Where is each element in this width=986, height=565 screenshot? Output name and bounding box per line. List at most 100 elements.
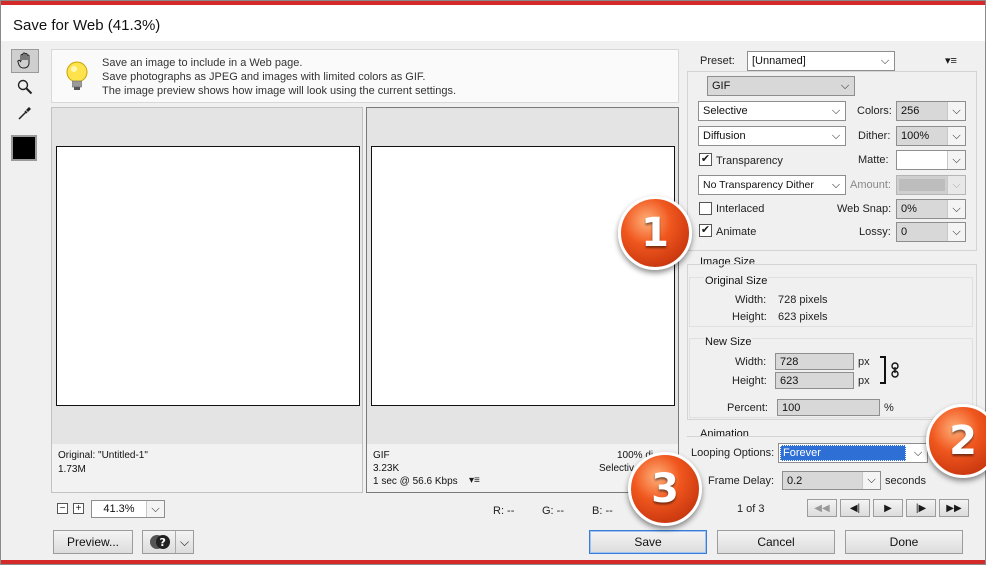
- chevron-down-icon: ⌵: [947, 151, 965, 169]
- original-filesize: 1.73M: [58, 464, 86, 475]
- original-preview-pane[interactable]: Original: "Untitled-1" 1.73M: [51, 107, 363, 493]
- matte-select[interactable]: ⌵: [896, 150, 966, 170]
- interlaced-checkbox[interactable]: [699, 202, 712, 215]
- amount-disabled-fill: [899, 179, 945, 191]
- width-input[interactable]: 728: [775, 353, 854, 370]
- height-label: Height:: [732, 375, 767, 387]
- callout-badge-1: 1: [618, 196, 692, 270]
- chevron-down-icon: ⌵: [836, 77, 854, 95]
- original-size-title: Original Size: [704, 275, 769, 287]
- dither-algorithm-select[interactable]: Diffusion ⌵: [698, 126, 846, 146]
- dither-algorithm-value: Diffusion: [703, 130, 746, 142]
- save-for-web-dialog: Save for Web (41.3%) Save an image to in…: [0, 0, 986, 565]
- done-button[interactable]: Done: [845, 530, 963, 554]
- constrain-bracket: [880, 356, 886, 384]
- transparency-dither-select[interactable]: No Transparency Dither ⌵: [698, 175, 846, 195]
- zoom-level-select[interactable]: 41.3% ⌵: [91, 500, 165, 518]
- chevron-down-icon: ⌵: [862, 472, 880, 489]
- preset-label: Preset:: [700, 55, 735, 67]
- web-snap-select[interactable]: 0% ⌵: [896, 199, 966, 219]
- web-snap-value: 0%: [901, 203, 917, 215]
- format-value: GIF: [712, 80, 731, 92]
- checkmark-icon: ✔: [700, 224, 711, 236]
- matte-label: Matte:: [858, 154, 889, 166]
- original-height-value: 623 pixels: [778, 311, 828, 323]
- height-input[interactable]: 623: [775, 372, 854, 389]
- toolbox: [11, 49, 43, 161]
- percent-input-value: 100: [782, 401, 801, 414]
- chevron-down-icon: ⌵: [175, 531, 193, 553]
- cancel-button[interactable]: Cancel: [717, 530, 835, 554]
- chevron-down-icon: ⌵: [827, 176, 845, 194]
- eyedropper-tool[interactable]: [11, 101, 39, 125]
- preset-select[interactable]: [Unnamed] ⌵: [747, 51, 895, 71]
- zoom-in-button[interactable]: +: [73, 503, 84, 514]
- percent-input[interactable]: 100: [777, 399, 880, 416]
- chevron-down-icon: ⌵: [876, 52, 894, 70]
- callout-badge-3: 3: [628, 452, 702, 526]
- chevron-down-icon: ⌵: [827, 127, 845, 145]
- looping-options-select[interactable]: Forever ⌵: [778, 443, 928, 463]
- width-unit: px: [858, 356, 870, 368]
- preset-value: [Unnamed]: [752, 55, 806, 67]
- animate-checkbox[interactable]: ✔: [699, 224, 712, 237]
- original-filename: Original: "Untitled-1": [58, 450, 148, 461]
- lossy-select[interactable]: 0 ⌵: [896, 222, 966, 242]
- link-icon[interactable]: [890, 362, 900, 378]
- looping-options-label: Looping Options:: [691, 447, 775, 459]
- first-frame-button[interactable]: ◀◀: [807, 499, 837, 517]
- zoom-out-button[interactable]: −: [57, 503, 68, 514]
- optimized-preview-pane[interactable]: GIF 3.23K 1 sec @ 56.6 Kbps ▾≡ 100% di S…: [366, 107, 679, 493]
- optimize-menu-icon[interactable]: ▾≡: [945, 54, 957, 67]
- callout-badge-2: 2: [926, 404, 986, 478]
- preview-button[interactable]: Preview...: [53, 530, 133, 554]
- lossy-label: Lossy:: [859, 226, 891, 238]
- frame-delay-select[interactable]: 0.2 ⌵: [782, 471, 881, 490]
- optimized-format: GIF: [373, 450, 390, 461]
- next-frame-icon: |▶: [915, 502, 927, 514]
- dither-select[interactable]: 100% ⌵: [896, 126, 966, 146]
- svg-text:?: ?: [160, 536, 166, 549]
- zoom-tool[interactable]: [11, 75, 39, 99]
- play-button[interactable]: ▶: [873, 499, 903, 517]
- next-frame-button[interactable]: |▶: [906, 499, 936, 517]
- original-canvas[interactable]: [56, 146, 360, 406]
- color-swatch[interactable]: [11, 135, 37, 161]
- last-frame-button[interactable]: ▶▶: [939, 499, 969, 517]
- animation-title: Animation: [700, 428, 749, 440]
- lightbulb-icon: [66, 61, 88, 90]
- chevron-down-icon: ⌵: [947, 102, 965, 120]
- optimized-canvas[interactable]: [371, 146, 675, 406]
- web-snap-label: Web Snap:: [837, 203, 892, 215]
- previous-frame-button[interactable]: ◀|: [840, 499, 870, 517]
- interlaced-label: Interlaced: [716, 203, 765, 215]
- hand-tool[interactable]: [11, 49, 39, 73]
- format-select[interactable]: GIF ⌵: [707, 76, 855, 96]
- color-reduction-value: Selective: [703, 105, 748, 117]
- download-speed-menu-icon[interactable]: ▾≡: [469, 475, 480, 486]
- amount-select: ⌵: [896, 175, 966, 195]
- status-bar: − + 41.3% ⌵ R: -- G: -- B: --: [51, 497, 679, 523]
- zoom-level-value: 41.3%: [103, 503, 135, 515]
- hint-line-2: Save photographs as JPEG and images with…: [102, 71, 426, 83]
- new-size-title: New Size: [704, 336, 753, 348]
- save-button[interactable]: Save: [589, 530, 707, 554]
- frame-delay-value: 0.2: [787, 474, 803, 487]
- dither-label: Dither:: [858, 130, 891, 142]
- chevron-down-icon: ⌵: [146, 501, 164, 517]
- chevron-down-icon: ⌵: [947, 200, 965, 218]
- play-icon: ▶: [884, 502, 892, 514]
- preview-in-browser-button[interactable]: ? ⌵: [142, 530, 194, 554]
- chevron-down-icon: ⌵: [947, 176, 965, 194]
- hint-line-1: Save an image to include in a Web page.: [102, 57, 303, 69]
- first-frame-icon: ◀◀: [814, 502, 830, 514]
- colors-select[interactable]: 256 ⌵: [896, 101, 966, 121]
- red-readout: R: --: [493, 505, 515, 517]
- frame-counter: 1 of 3: [737, 503, 765, 515]
- color-reduction-select[interactable]: Selective ⌵: [698, 101, 846, 121]
- colors-value: 256: [901, 105, 920, 117]
- transparency-dither-value: No Transparency Dither: [703, 179, 814, 191]
- transparency-checkbox[interactable]: ✔: [699, 153, 712, 166]
- frame-delay-unit: seconds: [885, 475, 926, 487]
- chevron-down-icon: ⌵: [827, 102, 845, 120]
